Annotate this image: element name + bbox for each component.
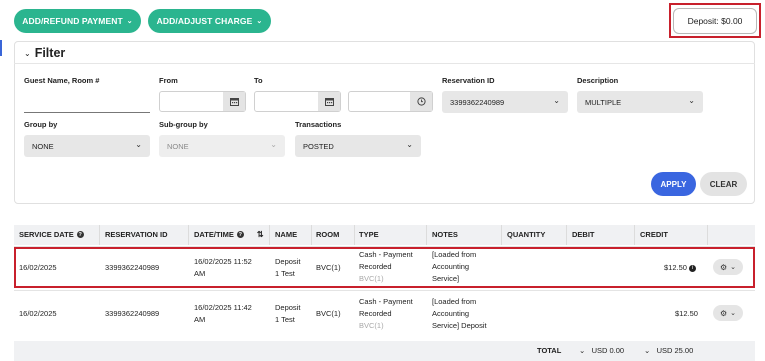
column-separator xyxy=(426,225,427,245)
filter-title: Filter xyxy=(34,46,66,60)
add-adjust-charge-button[interactable]: ADD/ADJUST CHARGE ⌄ xyxy=(148,9,271,33)
chevron-down-icon: ⌄ xyxy=(135,140,142,149)
row-actions-button[interactable]: ⚙ ⌄ xyxy=(713,259,743,275)
column-separator xyxy=(311,225,312,245)
apply-button[interactable]: APPLY xyxy=(651,172,696,196)
group-by-select[interactable]: NONE ⌄ xyxy=(24,135,150,157)
reservation-id-select[interactable]: 3399362240989 ⌄ xyxy=(442,91,568,113)
help-icon[interactable]: ? xyxy=(76,231,84,238)
name-cell: Deposit 1 Test xyxy=(275,257,301,278)
column-separator xyxy=(566,225,567,245)
column-separator xyxy=(354,225,355,245)
to-date-input[interactable] xyxy=(254,91,341,112)
gear-icon: ⚙ xyxy=(719,262,728,272)
col-notes[interactable]: NOTES xyxy=(432,230,458,239)
col-service-date[interactable]: SERVICE DATE ? xyxy=(19,230,84,239)
col-room[interactable]: ROOM xyxy=(316,230,339,239)
datetime-cell: 16/02/2025 11:42 AM xyxy=(194,303,252,324)
chevron-down-icon: ⌄ xyxy=(270,140,277,149)
column-separator xyxy=(269,225,270,245)
chevron-down-icon: ⌄ xyxy=(730,264,737,271)
deposit-button[interactable]: Deposit: $0.00 xyxy=(673,8,757,34)
info-icon[interactable]: i xyxy=(688,264,696,272)
credit-total[interactable]: ⌄ USD 25.00 xyxy=(644,346,693,355)
col-quantity[interactable]: QUANTITY xyxy=(507,230,545,239)
name-cell: Deposit 1 Test xyxy=(275,303,301,324)
help-icon[interactable]: ? xyxy=(236,231,244,238)
column-separator xyxy=(634,225,635,245)
chevron-down-icon: ⌄ xyxy=(256,18,263,25)
calendar-icon[interactable] xyxy=(318,92,340,111)
transactions-label: Transactions xyxy=(295,120,342,129)
datetime-cell: 16/02/2025 11:52 AM xyxy=(194,257,252,278)
reservation-id-label: Reservation ID xyxy=(442,76,495,85)
type-cell: Cash - Payment Recorded BVC(1) xyxy=(359,297,413,330)
description-select[interactable]: MULTIPLE ⌄ xyxy=(577,91,703,113)
col-type[interactable]: TYPE xyxy=(359,230,379,239)
chevron-down-icon: ⌄ xyxy=(579,346,586,355)
guest-name-label: Guest Name, Room # xyxy=(24,76,100,85)
total-label: TOTAL xyxy=(537,346,562,355)
group-by-label: Group by xyxy=(24,120,58,129)
credit-cell: $12.50 i xyxy=(664,262,696,274)
room-cell: BVC(1) xyxy=(316,309,341,318)
chevron-down-icon: ⌄ xyxy=(644,346,651,355)
subgroup-by-label: Sub-group by xyxy=(159,120,208,129)
filter-toggle[interactable]: ⌄ Filter xyxy=(24,46,65,60)
filter-panel xyxy=(14,41,755,204)
reservation-id-cell: 3399362240989 xyxy=(105,309,160,318)
to-time-input[interactable] xyxy=(348,91,433,112)
transactions-select[interactable]: POSTED ⌄ xyxy=(295,135,421,157)
col-credit[interactable]: CREDIT xyxy=(640,230,668,239)
clock-icon[interactable] xyxy=(410,92,432,111)
column-separator xyxy=(99,225,100,245)
add-refund-payment-label: ADD/REFUND PAYMENT xyxy=(22,16,123,26)
reservation-id-cell: 3399362240989 xyxy=(105,263,160,272)
from-label: From xyxy=(159,76,178,85)
from-date-input[interactable] xyxy=(159,91,246,112)
chevron-down-icon: ⌄ xyxy=(730,310,737,317)
room-cell: BVC(1) xyxy=(316,263,341,272)
col-debit[interactable]: DEBIT xyxy=(572,230,595,239)
col-reservation-id[interactable]: RESERVATION ID xyxy=(105,230,168,239)
clear-button[interactable]: CLEAR xyxy=(700,172,747,196)
service-date-cell: 16/02/2025 xyxy=(19,309,57,318)
chevron-down-icon: ⌄ xyxy=(24,48,31,58)
add-adjust-charge-label: ADD/ADJUST CHARGE xyxy=(156,16,253,26)
deposit-label: Deposit: $0.00 xyxy=(687,16,743,26)
chevron-down-icon: ⌄ xyxy=(688,96,695,105)
filter-divider xyxy=(14,63,755,64)
column-separator xyxy=(501,225,502,245)
sort-icon[interactable]: ⇅ xyxy=(257,230,264,239)
row-actions-button[interactable]: ⚙ ⌄ xyxy=(713,305,743,321)
chevron-down-icon: ⌄ xyxy=(406,140,413,149)
debit-total[interactable]: ⌄ USD 0.00 xyxy=(579,346,624,355)
col-name[interactable]: NAME xyxy=(275,230,297,239)
to-label: To xyxy=(254,76,263,85)
col-datetime[interactable]: DATE/TIME ? ⇅ xyxy=(194,230,264,239)
row-divider xyxy=(14,290,755,291)
column-separator xyxy=(188,225,189,245)
guest-name-input[interactable] xyxy=(24,94,150,113)
column-separator xyxy=(707,225,708,245)
notes-cell: [Loaded from Accounting Service] Deposit xyxy=(432,297,487,330)
description-label: Description xyxy=(577,76,619,85)
add-refund-payment-button[interactable]: ADD/REFUND PAYMENT ⌄ xyxy=(14,9,141,33)
calendar-icon[interactable] xyxy=(223,92,245,111)
credit-cell: $12.50 xyxy=(675,309,698,318)
chevron-down-icon: ⌄ xyxy=(126,18,133,25)
chevron-down-icon: ⌄ xyxy=(553,96,560,105)
type-cell: Cash - Payment Recorded BVC(1) xyxy=(359,250,413,283)
notes-cell: [Loaded from Accounting Service] xyxy=(432,250,477,283)
gear-icon: ⚙ xyxy=(719,308,728,318)
service-date-cell: 16/02/2025 xyxy=(19,263,57,272)
subgroup-by-select[interactable]: NONE ⌄ xyxy=(159,135,285,157)
left-accent-bar xyxy=(0,40,2,56)
